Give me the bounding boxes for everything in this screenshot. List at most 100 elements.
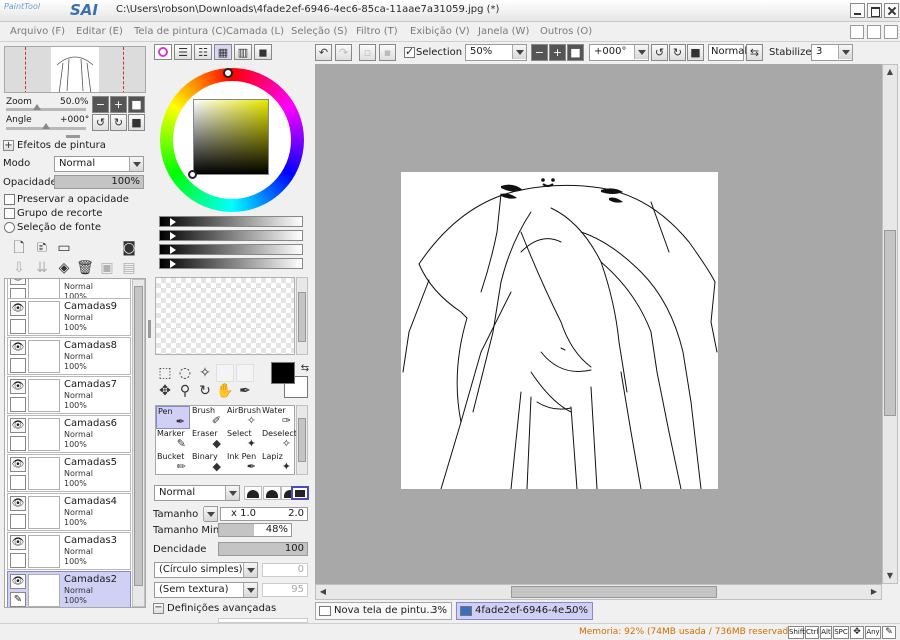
tool-binary[interactable]: Binary ◆ (191, 452, 225, 475)
rotate-left-button[interactable]: ↺ (92, 114, 109, 131)
doc-minimize-button[interactable] (850, 25, 864, 39)
hue-knob[interactable] (223, 68, 233, 78)
canvas-zoom-out-button[interactable]: − (531, 44, 548, 61)
canvas-vertical-scrollbar[interactable]: ▲ ▼ (882, 64, 898, 584)
palette-tab[interactable]: ▦ (214, 44, 232, 60)
tool-deselect[interactable]: Deselect ✧ (261, 429, 297, 452)
eye-icon[interactable]: 👁 (10, 418, 26, 433)
new-folder-icon[interactable]: ▭ (55, 239, 73, 257)
menu-editar[interactable]: Editar (E) (76, 26, 123, 37)
tool-lapiz[interactable]: Lapiz ✦ (261, 452, 295, 475)
eyedropper-icon[interactable]: ✒ (236, 382, 254, 400)
layer-opacity-bar[interactable]: 100% (54, 175, 144, 189)
eye-icon[interactable]: 👁 (10, 379, 26, 394)
canvas-zoom-select[interactable]: 50% (465, 44, 527, 61)
lock-toggle[interactable] (10, 436, 26, 451)
deselect-button[interactable]: ▫ (359, 44, 376, 61)
gray-slider-2[interactable] (159, 230, 303, 241)
canvas-rotate-reset-button[interactable]: ■ (687, 44, 704, 61)
eye-icon[interactable]: 👁 (10, 279, 26, 285)
tool-eraser[interactable]: Eraser ◆ (191, 429, 225, 452)
canvas-angle-select[interactable]: +000° (589, 44, 649, 61)
menu-janela[interactable]: Janela (W) (478, 26, 529, 37)
scroll-up-arrow[interactable]: ▲ (883, 65, 897, 79)
left-panel-splitter[interactable] (148, 320, 151, 338)
eye-icon[interactable]: 👁 (10, 340, 26, 355)
tool-ink-pen[interactable]: Ink Pen ✒ (226, 452, 260, 475)
brush-shape-square[interactable] (291, 486, 309, 500)
brush-min-size-bar[interactable]: 48% (218, 523, 292, 537)
canvas-rotate-left-button[interactable]: ↺ (651, 44, 668, 61)
navigator-preview[interactable] (4, 46, 146, 93)
scratchpad-tab[interactable]: ◼ (254, 44, 272, 60)
layer-mask-icon[interactable]: ◙ (120, 239, 138, 257)
canvas-vertical-scroll-thumb[interactable] (884, 230, 896, 416)
brush-density-bar[interactable]: 100 (218, 542, 308, 556)
swap-colors-icon[interactable]: ⇆ (296, 360, 314, 378)
eye-icon[interactable]: 👁 (10, 574, 26, 589)
selection-visible-checkbox[interactable] (404, 45, 415, 58)
nav-panel-grip[interactable] (66, 135, 80, 138)
layer-row[interactable]: 👁 Camadas3 Normal 100% (7, 532, 131, 570)
gray-slider-4[interactable] (159, 258, 303, 269)
drawing-canvas[interactable] (401, 172, 718, 489)
doc-close-button[interactable] (884, 25, 898, 39)
source-selection-radio[interactable] (4, 222, 15, 233)
preserve-opacity-checkbox[interactable] (4, 194, 15, 205)
canvas-zoom-in-button[interactable]: + (549, 44, 566, 61)
layer-row[interactable]: 👁 ✎ Camadas2 Normal 100% (7, 571, 131, 607)
new-linework-layer-icon[interactable]: 🗈 (33, 239, 51, 257)
menu-exibicao[interactable]: Exibição (V) (410, 26, 470, 37)
clip-group-checkbox[interactable] (4, 208, 15, 219)
lock-toggle[interactable] (10, 319, 26, 334)
stabilizer-select[interactable]: 3 (811, 44, 853, 61)
tool-airbrush[interactable]: AirBrush ✧ (226, 406, 261, 429)
transfer-down-icon[interactable]: ⇩ (10, 259, 28, 277)
clear-layer-icon[interactable]: ◈ (55, 259, 73, 277)
color-swatch-grid[interactable] (155, 277, 295, 355)
document-tab-new-canvas[interactable]: Nova tela de pintu... 3% (315, 602, 452, 620)
canvas-zoom-reset-button[interactable]: ■ (567, 44, 584, 61)
doc-restore-button[interactable] (867, 25, 881, 39)
trash-icon[interactable]: 🗑 (76, 259, 94, 277)
zoom-reset-button[interactable]: ■ (128, 96, 145, 113)
tool-water[interactable]: Water ✑ (261, 406, 295, 429)
sv-knob[interactable] (188, 170, 197, 179)
document-tab-image[interactable]: 4fade2ef-6946-4e... 50% (456, 602, 593, 620)
rotate-icon[interactable]: ↻ (196, 382, 214, 400)
tool-pen[interactable]: Pen ✒ (156, 406, 190, 429)
apply-mask-icon[interactable]: ▣ (98, 259, 116, 277)
tool-grid-scroll-thumb[interactable] (298, 418, 306, 462)
layer-row[interactable]: 👁 Camadas4 Normal 100% (7, 493, 131, 531)
layer-row[interactable]: 👁 Camadas5 Normal 100% (7, 454, 131, 492)
brush-shape-round-mid[interactable] (263, 486, 281, 500)
zoom-out-button[interactable]: − (92, 96, 109, 113)
scroll-down-arrow[interactable]: ▼ (883, 569, 897, 583)
canvas-rotate-right-button[interactable]: ↻ (669, 44, 686, 61)
brush-shape-round-soft[interactable] (244, 486, 262, 500)
rotate-right-button[interactable]: ↻ (110, 114, 127, 131)
menu-filtro[interactable]: Filtro (T) (356, 26, 398, 37)
layer-row[interactable]: 👁 Camadas6 Normal 100% (7, 415, 131, 453)
zoom-icon[interactable]: ⚲ (176, 382, 194, 400)
tool-grid-scrollbar[interactable] (296, 405, 308, 475)
tool-marker[interactable]: Marker ✎ (156, 429, 190, 452)
color-wheel-tab[interactable] (154, 44, 172, 60)
lock-toggle[interactable] (10, 358, 26, 373)
swatch-tab[interactable]: ▥ (234, 44, 252, 60)
flip-horizontal-button[interactable]: ⇆ (746, 44, 763, 61)
zoom-in-button[interactable]: + (110, 96, 127, 113)
tool-select[interactable]: Select ✦ (226, 429, 260, 452)
pen-icon[interactable]: ✎ (10, 592, 26, 607)
saturation-value-square[interactable] (193, 99, 269, 175)
layer-list-scroll-thumb[interactable] (134, 286, 143, 586)
rotate-reset-button[interactable]: ■ (128, 114, 145, 131)
lock-toggle[interactable] (10, 514, 26, 529)
canvas-horizontal-scroll-thumb[interactable] (511, 586, 717, 598)
canvas-blend-select[interactable]: Normal (708, 44, 747, 61)
hand-icon[interactable]: ✋ (216, 382, 234, 400)
canvas-horizontal-scrollbar[interactable]: ◀ ▶ (315, 584, 882, 600)
swatch-scroll-thumb[interactable] (298, 292, 306, 342)
menu-camada[interactable]: Camada (L) (226, 26, 284, 37)
eye-icon[interactable]: 👁 (10, 301, 26, 316)
